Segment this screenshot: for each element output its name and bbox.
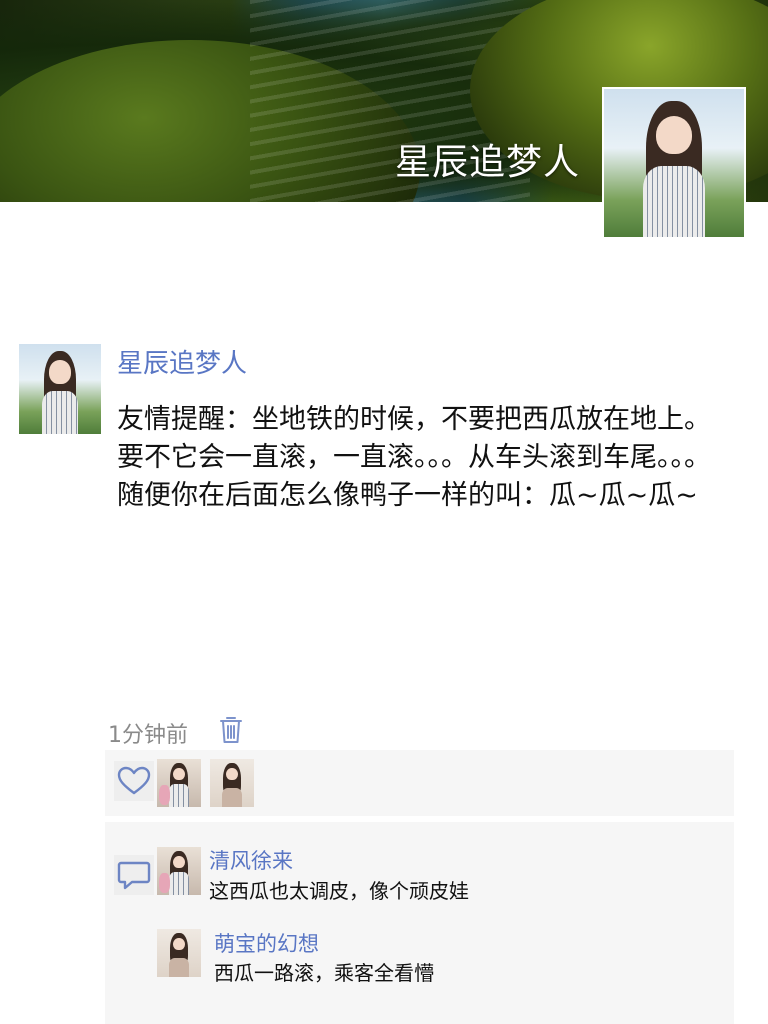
post-author-name[interactable]: 星辰追梦人 <box>117 343 247 380</box>
post-text: 友情提醒：坐地铁的时候，不要把西瓜放在地上。 要不它会一直滚，一直滚。。。从车头… <box>117 404 711 511</box>
commenter-avatar[interactable] <box>157 847 201 895</box>
commenter-name[interactable]: 清风徐来 <box>209 845 293 875</box>
comment-text: 西瓜一路滚，乘客全看懵 <box>214 961 434 985</box>
trash-icon[interactable] <box>218 715 244 745</box>
commenter-name[interactable]: 萌宝的幻想 <box>214 928 319 958</box>
commenter-avatar[interactable] <box>157 929 201 977</box>
comments-section: 清风徐来 这西瓜也太调皮，像个顽皮娃 萌宝的幻想 西瓜一路滚，乘客全看懵 <box>105 822 734 1024</box>
heart-icon[interactable] <box>114 761 154 801</box>
comment-icon[interactable] <box>114 855 154 895</box>
liker-avatar[interactable] <box>210 759 254 807</box>
likes-section <box>105 750 734 816</box>
cover-username: 星辰追梦人 <box>394 142 580 183</box>
post-author-avatar[interactable] <box>19 344 101 434</box>
comment-text: 这西瓜也太调皮，像个顽皮娃 <box>209 879 469 903</box>
profile-avatar[interactable] <box>602 87 746 239</box>
post-timestamp: 1分钟前 <box>108 723 188 748</box>
liker-avatar[interactable] <box>157 759 201 807</box>
